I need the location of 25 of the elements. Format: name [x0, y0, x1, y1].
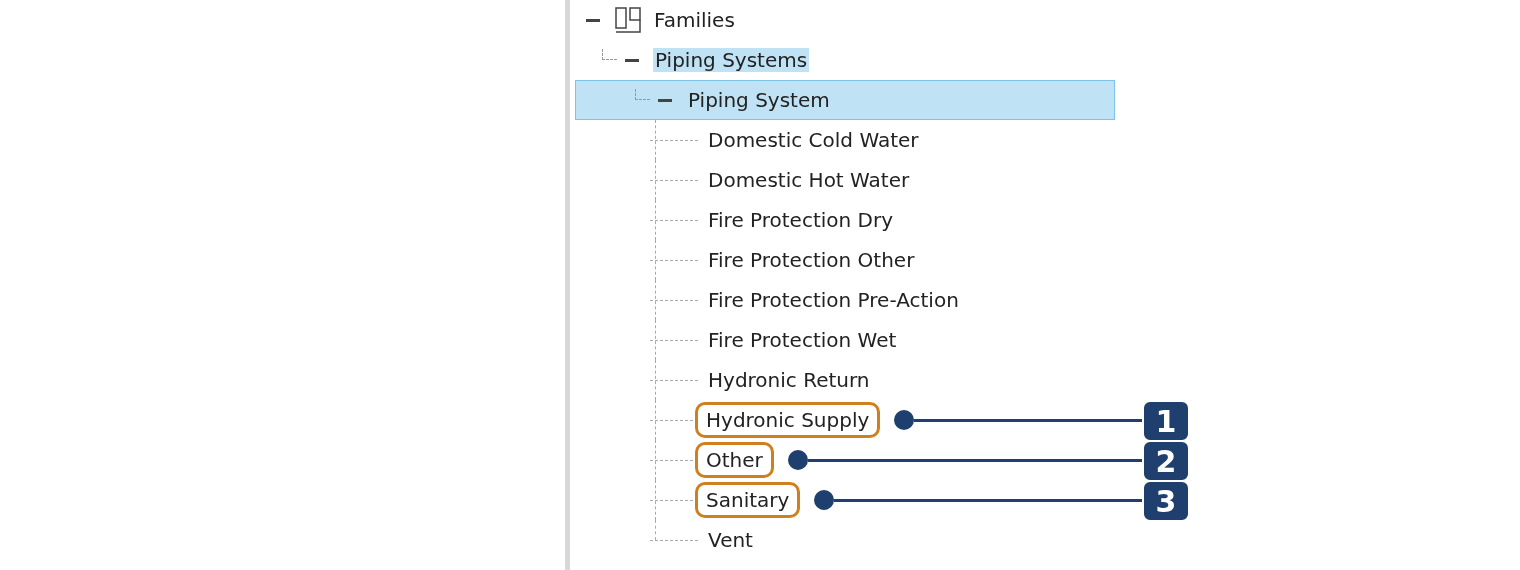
tree-item[interactable]: Hydronic Return [706, 368, 872, 392]
collapse-icon[interactable] [586, 18, 600, 22]
tree-item[interactable]: Sanitary [695, 482, 801, 518]
collapse-icon[interactable] [625, 58, 639, 62]
tree-item[interactable]: Piping System [686, 88, 832, 112]
tree-item[interactable]: Fire Protection Wet [706, 328, 899, 352]
callout-dot [787, 450, 808, 470]
tree-item[interactable]: Hydronic Supply [695, 402, 881, 438]
callout-number: 1 [1142, 400, 1190, 442]
callout-number: 3 [1142, 480, 1190, 522]
callout-dot [814, 490, 835, 510]
tree-item[interactable]: Other [695, 442, 774, 478]
tree-item[interactable]: Fire Protection Other [706, 248, 917, 272]
collapse-icon[interactable] [658, 98, 672, 102]
tree-item[interactable]: Families [652, 8, 737, 32]
tree-item[interactable]: Domestic Cold Water [706, 128, 921, 152]
tree-item[interactable]: Fire Protection Pre-Action [706, 288, 961, 312]
families-icon [614, 6, 642, 34]
selected-row[interactable]: Piping System [575, 80, 1115, 120]
callout-number: 2 [1142, 440, 1190, 482]
tree-item[interactable]: Piping Systems [653, 48, 810, 72]
tree-item[interactable]: Domestic Hot Water [706, 168, 912, 192]
tree-item[interactable]: Vent [706, 528, 755, 552]
callout-dot [894, 410, 915, 430]
tree-item[interactable]: Fire Protection Dry [706, 208, 896, 232]
